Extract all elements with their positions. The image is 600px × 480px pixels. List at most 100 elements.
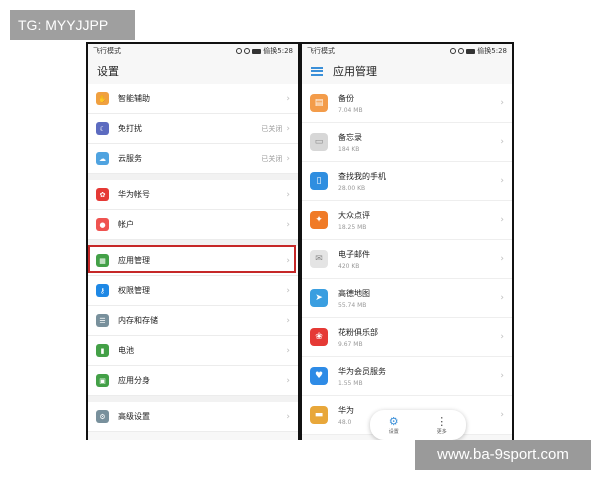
status-bar: 飞行模式 偷换5:28 [88,44,298,58]
settings-item[interactable]: ⚷ 权限管理 › [88,276,298,306]
app-info: 电子邮件 420 KB [338,249,500,270]
wifi-icon [244,48,251,54]
app-list: ▤ 备份 7.04 MB › ▭ 备忘录 184 KB › ▯ 查找我的手机 28.00 KB › ✦ 大… [302,84,512,435]
app-management-header: 应用管理 [302,58,512,84]
gear-icon: ⚙ [388,414,399,428]
more-button-label: 更多 [436,428,447,435]
app-info: 华为会员服务 1.55 MB [338,366,500,387]
settings-item[interactable]: ☁ 云服务 已关闭 › [88,144,298,174]
cloud-icon: ☁ [96,152,109,165]
app-name: 查找我的手机 [338,171,386,181]
chevron-right-icon: › [500,98,504,108]
account-icon: ● [96,218,109,231]
settings-item[interactable]: ☾ 免打扰 已关闭 › [88,114,298,144]
app-size: 18.25 MB [338,223,367,231]
app-list-item[interactable]: ▭ 备忘录 184 KB › [302,123,512,162]
app-size: 420 KB [338,262,360,270]
app-info: 备忘录 184 KB [338,132,500,153]
app-list-item[interactable]: ♥ 华为会员服务 1.55 MB › [302,357,512,396]
chevron-right-icon: › [500,176,504,186]
chevron-right-icon: › [286,219,290,230]
settings-screen: 飞行模式 偷换5:28 设置 ✋ 智能辅助 › ☾ 免打扰 已关闭 › ☁ 云服务 已关闭 › ✿ 华为… [88,44,298,440]
screenshot-frame: 飞行模式 偷换5:28 设置 ✋ 智能辅助 › ☾ 免打扰 已关闭 › ☁ 云服务 已关闭 › ✿ 华为… [86,42,514,440]
app-size: 7.04 MB [338,106,363,114]
settings-item[interactable]: ⚙ 高级设置 › [88,402,298,432]
chevron-right-icon: › [286,153,290,164]
settings-item-label: 云服务 [118,154,142,163]
chevron-right-icon: › [500,293,504,303]
wallet-icon: ▬ [310,406,328,424]
app-size: 55.74 MB [338,301,367,309]
status-time: 偷换5:28 [263,47,293,55]
vip-icon: ♥ [310,367,328,385]
backup-icon: ▤ [310,94,328,112]
app-size: 28.00 KB [338,184,366,192]
settings-item-value: 已关闭 [261,124,283,133]
settings-item-label: 帐户 [118,220,134,229]
alarm-icon [236,48,243,54]
chevron-right-icon: › [500,410,504,420]
airplane-mode-label: 飞行模式 [307,47,335,55]
app-name: 花粉俱乐部 [338,327,378,337]
more-button[interactable]: ⋮ 更多 [436,414,448,435]
app-list-item[interactable]: ✉ 电子邮件 420 KB › [302,240,512,279]
status-bar: 飞行模式 偷换5:28 [302,44,512,58]
app-twin-icon: ▣ [96,374,109,387]
chevron-right-icon: › [286,285,290,296]
huawei-account-icon: ✿ [96,188,109,201]
key-icon: ⚷ [96,284,109,297]
settings-item[interactable]: ● 帐户 › [88,210,298,240]
app-management-highlight [88,245,296,273]
gear-icon: ⚙ [96,410,109,423]
settings-item[interactable]: ▣ 应用分身 › [88,366,298,396]
settings-item-label: 应用分身 [118,376,150,385]
battery-status-icon [252,48,262,54]
menu-icon[interactable] [311,66,323,76]
chevron-right-icon: › [500,371,504,381]
alarm-icon [450,48,457,54]
chevron-right-icon: › [286,375,290,386]
chevron-right-icon: › [286,189,290,200]
page-title: 设置 [97,65,119,78]
settings-item-label: 高级设置 [118,412,150,421]
page-title: 应用管理 [333,65,377,78]
settings-item[interactable]: ☰ 内存和存储 › [88,306,298,336]
mail-icon: ✉ [310,250,328,268]
bottom-bar: ⚙ 设置 ⋮ 更多 [370,410,466,440]
app-size: 1.55 MB [338,379,363,387]
app-list-item[interactable]: ▯ 查找我的手机 28.00 KB › [302,162,512,201]
chevron-right-icon: › [500,332,504,342]
watermark-top: TG: MYYJJPP [10,10,135,40]
settings-item[interactable]: ✿ 华为帐号 › [88,180,298,210]
settings-item-label: 电池 [118,346,134,355]
find-phone-icon: ▯ [310,172,328,190]
settings-item[interactable]: ▮ 电池 › [88,336,298,366]
app-name: 电子邮件 [338,249,370,259]
app-info: 高德地图 55.74 MB [338,288,500,309]
settings-item-label: 内存和存储 [118,316,158,325]
app-info: 大众点评 18.25 MB [338,210,500,231]
settings-item-label: 智能辅助 [118,94,150,103]
chevron-right-icon: › [500,215,504,225]
app-size: 9.67 MB [338,340,363,348]
app-name: 大众点评 [338,210,370,220]
memo-icon: ▭ [310,133,328,151]
settings-button[interactable]: ⚙ 设置 [388,414,399,435]
app-list-item[interactable]: ▤ 备份 7.04 MB › [302,84,512,123]
settings-button-label: 设置 [388,428,399,435]
wifi-icon [458,48,465,54]
settings-item-label: 华为帐号 [118,190,150,199]
app-size: 184 KB [338,145,360,153]
app-list-item[interactable]: ➤ 高德地图 55.74 MB › [302,279,512,318]
chevron-right-icon: › [286,315,290,326]
huafen-icon: ❀ [310,328,328,346]
app-info: 查找我的手机 28.00 KB [338,171,500,192]
settings-item[interactable]: ✋ 智能辅助 › [88,84,298,114]
status-time: 偷换5:28 [477,47,507,55]
moon-icon: ☾ [96,122,109,135]
settings-item-label: 免打扰 [118,124,142,133]
app-list-item[interactable]: ❀ 花粉俱乐部 9.67 MB › [302,318,512,357]
app-list-item[interactable]: ✦ 大众点评 18.25 MB › [302,201,512,240]
more-icon: ⋮ [436,414,448,428]
chevron-right-icon: › [500,137,504,147]
